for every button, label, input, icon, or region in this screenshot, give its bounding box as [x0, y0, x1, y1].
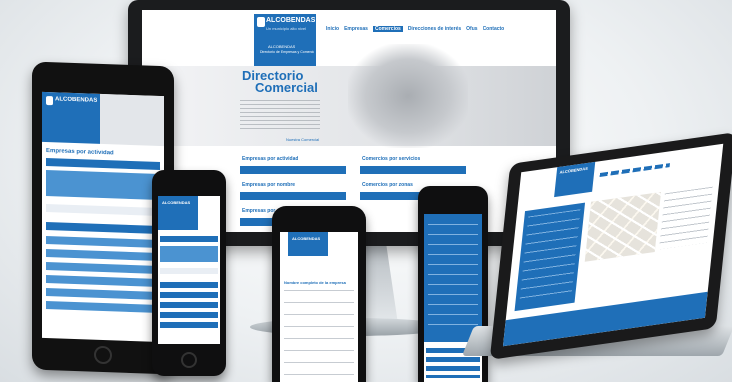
- laptop-sidebar-items[interactable]: [519, 209, 581, 303]
- phone-center: ALCOBENDAS Nombre completo de la empresa: [272, 206, 366, 382]
- tablet-screen: ALCOBENDAS Empresas por actividad: [42, 91, 164, 343]
- laptop-brand: ALCOBENDAS: [559, 165, 589, 175]
- name-label: Empresas por nombre: [242, 182, 296, 188]
- tablet-activity-select[interactable]: [46, 158, 160, 170]
- tablet-results-list: [46, 236, 160, 318]
- list-item[interactable]: [46, 236, 160, 248]
- laptop-sidebar: [514, 202, 586, 312]
- tablet-home-button[interactable]: [94, 345, 112, 365]
- site-logo[interactable]: ALCOBENDAS Un municipio alto nivel ALCOB…: [254, 14, 316, 66]
- nav-contacto[interactable]: Contacto: [483, 26, 505, 32]
- nav-ofus[interactable]: Ofus: [466, 26, 477, 32]
- phone-left-list: [160, 282, 218, 332]
- laptop-nav[interactable]: [599, 163, 670, 177]
- laptop-lid: ALCOBENDAS: [489, 132, 732, 360]
- phone-left-brand: ALCOBENDAS: [162, 200, 191, 205]
- hero-photo: [348, 44, 468, 148]
- nav-inicio[interactable]: Inicio: [326, 26, 339, 32]
- hero-paragraph: [240, 100, 320, 132]
- phone-center-logo[interactable]: ALCOBENDAS: [288, 232, 328, 256]
- list-item[interactable]: [46, 249, 160, 261]
- phone-right-menu[interactable]: [424, 214, 482, 342]
- list-item[interactable]: [160, 282, 218, 288]
- nav-empresas[interactable]: Empresas: [344, 26, 368, 32]
- phone-left-screen: ALCOBENDAS: [158, 196, 220, 344]
- laptop-screen: ALCOBENDAS: [502, 143, 724, 347]
- menu-items[interactable]: [428, 224, 478, 334]
- list-item[interactable]: [160, 322, 218, 328]
- phone-center-list-title: Nombre completo de la empresa: [284, 280, 346, 285]
- nav-comercios[interactable]: Comercios: [372, 26, 403, 32]
- list-item[interactable]: [160, 312, 218, 318]
- map-view[interactable]: [584, 191, 662, 262]
- brand-unit: ALCOBENDAS: [268, 44, 296, 49]
- list-item[interactable]: [160, 302, 218, 308]
- brand-tagline: Un municipio alto nivel: [266, 26, 307, 31]
- crest-icon: [257, 17, 265, 27]
- brand-name: ALCOBENDAS: [266, 17, 316, 24]
- tablet-logo[interactable]: ALCOBENDAS: [42, 91, 100, 144]
- map-streets: [584, 191, 662, 262]
- phone-left-filter[interactable]: [160, 268, 218, 274]
- tablet-filter-row[interactable]: [46, 204, 160, 216]
- phone-center-screen: ALCOBENDAS Nombre completo de la empresa: [280, 232, 358, 382]
- nav-direcciones[interactable]: Direcciones de interés: [408, 26, 461, 32]
- phone-center-brand: ALCOBENDAS: [292, 236, 321, 241]
- services-label: Comercios por servicios: [362, 156, 421, 162]
- crest-icon: [46, 96, 53, 106]
- phone-right-screen: [424, 214, 482, 382]
- hero-more-link[interactable]: Nuestra Comercial: [286, 137, 319, 142]
- laptop-details: [658, 186, 713, 250]
- phone-left-select[interactable]: [160, 236, 218, 242]
- phone-left-grid[interactable]: [160, 246, 218, 262]
- laptop-logo[interactable]: ALCOBENDAS: [554, 161, 596, 198]
- phone-left: ALCOBENDAS: [152, 170, 226, 376]
- tablet-activity-label: Empresas por actividad: [46, 148, 114, 157]
- phone-center-list[interactable]: [284, 290, 354, 378]
- phone-left-home-button[interactable]: [181, 352, 197, 368]
- activity-label: Empresas por actividad: [242, 156, 299, 162]
- tablet-category-grid[interactable]: [46, 170, 160, 200]
- list-item[interactable]: [46, 275, 160, 287]
- list-item[interactable]: [160, 292, 218, 298]
- brand-unit-sub: Directorio de Empresas y Comercios: [260, 50, 314, 54]
- main-nav: Inicio Empresas Comercios Direcciones de…: [326, 26, 504, 32]
- services-select[interactable]: [360, 166, 466, 174]
- tablet-brand: ALCOBENDAS: [55, 96, 98, 104]
- list-item[interactable]: [46, 288, 160, 300]
- hero-title-2: Comercial: [255, 80, 318, 95]
- zone-label: Comercios por zonas: [362, 182, 413, 188]
- tablet-header-bg: [100, 93, 164, 147]
- tablet-row-header: [46, 222, 160, 234]
- list-item[interactable]: [46, 262, 160, 274]
- phone-left-logo[interactable]: ALCOBENDAS: [158, 196, 198, 230]
- name-select[interactable]: [240, 192, 346, 200]
- activity-select[interactable]: [240, 166, 346, 174]
- list-item[interactable]: [46, 301, 160, 313]
